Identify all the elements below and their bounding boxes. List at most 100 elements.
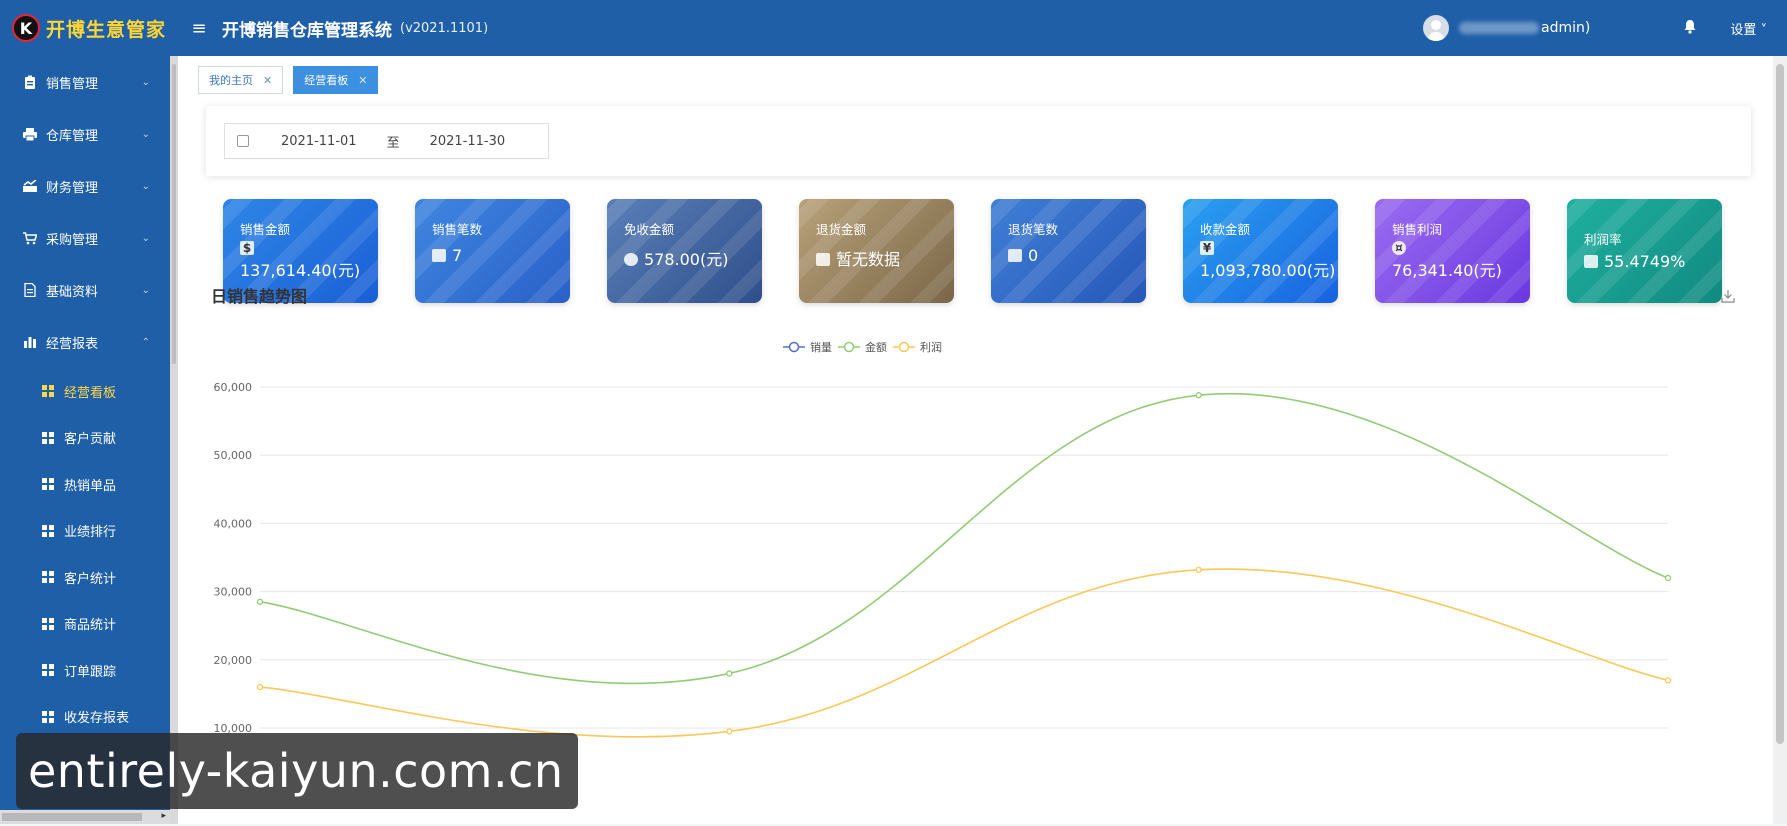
- card-value: 137,614.40(元): [240, 261, 361, 280]
- sidebar-subitem-customer-contribution[interactable]: 客户贡献: [0, 415, 170, 462]
- tab-dashboard[interactable]: 经营看板 ✕: [293, 66, 379, 94]
- grid-icon: [42, 571, 54, 584]
- sidebar-subitem-label: 经营看板: [64, 385, 117, 401]
- sidebar-item-sales[interactable]: 销售管理 ⌄: [0, 56, 170, 108]
- user-avatar-icon[interactable]: [1423, 15, 1450, 41]
- legend-label: 销量: [810, 340, 832, 354]
- printer-icon: [22, 126, 38, 142]
- filter-panel: 2021-11-01 至 2021-11-30: [206, 106, 1751, 176]
- close-icon[interactable]: ✕: [358, 74, 367, 87]
- hamburger-menu-icon[interactable]: ≡: [188, 18, 210, 39]
- sidebar-subitem-dashboard[interactable]: 经营看板: [0, 368, 170, 415]
- card-value: 76,341.40(元): [1392, 261, 1502, 280]
- card-value: 暂无数据: [836, 250, 901, 269]
- sidebar-subitem-label: 订单跟踪: [64, 664, 117, 680]
- sidebar-item-purchase[interactable]: 采购管理 ⌄: [0, 212, 170, 264]
- grid-icon: [42, 431, 54, 444]
- cart-icon: [22, 230, 38, 246]
- data-point-金额: [256, 598, 264, 605]
- card-value-wrap: 578.00(元): [624, 246, 728, 270]
- grid-icon: [42, 710, 54, 723]
- card-label: 销售笔数: [432, 222, 483, 237]
- card-label: 销售利润: [1392, 222, 1443, 237]
- wallet-icon: [816, 253, 830, 266]
- y-tick-label: 50,000: [214, 449, 253, 462]
- main-vertical-scrollbar[interactable]: [1773, 56, 1787, 824]
- close-icon[interactable]: ✕: [263, 74, 272, 87]
- y-tick-label: 60,000: [214, 381, 253, 394]
- card-value-wrap: 7: [432, 246, 462, 265]
- tab-label: 我的主页: [209, 74, 253, 87]
- card-value: 7: [452, 246, 463, 265]
- bar-chart-icon: [22, 334, 38, 350]
- sidebar: 销售管理 ⌄ 仓库管理 ⌄ 财务管理 ⌄ 采购管理 ⌄ 基础资料 ⌄ 经营报表 …: [0, 56, 170, 824]
- receipt-icon: [1008, 249, 1022, 262]
- sidebar-vertical-scrollbar[interactable]: [170, 56, 178, 824]
- scroll-right-arrow-icon[interactable]: ▸: [161, 811, 166, 821]
- legend-marker: [898, 341, 910, 353]
- sidebar-subitem-label: 客户贡献: [64, 432, 117, 448]
- grid-icon: [42, 478, 54, 491]
- sidebar-subitem-hot-products[interactable]: 热销单品: [0, 461, 170, 508]
- sidebar-subitem-order-tracking[interactable]: 订单跟踪: [0, 647, 170, 694]
- sidebar-subitem-label: 收发存报表: [64, 711, 130, 727]
- chevron-up-icon: ⌃: [141, 336, 150, 348]
- calendar-icon: [237, 135, 249, 147]
- chevron-down-icon: ⌄: [141, 284, 150, 296]
- app-title: 开博销售仓库管理系统: [222, 20, 392, 41]
- chevron-down-icon: ⌄: [141, 232, 150, 244]
- money-icon: ¥: [1200, 241, 1214, 255]
- user-name-suffix: admin): [1541, 20, 1591, 36]
- start-date[interactable]: 2021-11-01: [281, 134, 357, 149]
- data-point-利润: [1664, 677, 1672, 684]
- sidebar-item-label: 基础资料: [46, 284, 99, 300]
- y-tick-label: 30,000: [214, 586, 253, 599]
- main-content: 我的主页 ✕ 经营看板 ✕ 2021-11-01 至 2021-11-30 销售金额…: [178, 56, 1773, 824]
- money-icon: [1584, 255, 1598, 268]
- logo-mark-icon: K: [12, 14, 40, 42]
- card-value-wrap: 55.4749%: [1584, 252, 1685, 271]
- sidebar-subitem-label: 热销单品: [64, 478, 117, 494]
- end-date[interactable]: 2021-11-30: [430, 134, 506, 149]
- data-point-金额: [1664, 574, 1672, 582]
- card-label: 利润率: [1584, 232, 1622, 247]
- sidebar-subitem-customer-stats[interactable]: 客户统计: [0, 554, 170, 601]
- legend-label: 金额: [865, 340, 887, 354]
- date-range-picker[interactable]: 2021-11-01 至 2021-11-30: [224, 123, 549, 159]
- card-label: 销售金额: [240, 222, 291, 237]
- data-point-利润: [1195, 566, 1202, 573]
- grid-icon: [42, 385, 54, 398]
- sidebar-subitem-product-stats[interactable]: 商品统计: [0, 601, 170, 648]
- settings-menu[interactable]: 设置 ˅: [1730, 19, 1767, 38]
- grid-icon: [42, 617, 54, 630]
- card-label: 退货笔数: [1008, 222, 1059, 237]
- app-version: (v2021.1101): [400, 20, 489, 36]
- sidebar-item-label: 经营报表: [46, 336, 99, 352]
- tab-home[interactable]: 我的主页 ✕: [198, 66, 284, 94]
- date-separator: 至: [386, 135, 400, 151]
- sidebar-subitem-performance-ranking[interactable]: 业绩排行: [0, 508, 170, 555]
- bell-icon[interactable]: [1680, 19, 1700, 38]
- sidebar-item-label: 采购管理: [46, 232, 99, 248]
- card-value-wrap: 暂无数据: [816, 246, 900, 270]
- dollar-icon: $: [240, 241, 254, 255]
- sidebar-item-warehouse[interactable]: 仓库管理 ⌄: [0, 108, 170, 160]
- chart-up-icon: [22, 178, 38, 194]
- card-value: 578.00(元): [644, 250, 729, 269]
- sidebar-item-reports[interactable]: 经营报表 ⌃: [0, 316, 170, 368]
- user-name[interactable]: admin): [1459, 20, 1590, 36]
- tab-label: 经营看板: [304, 74, 349, 87]
- logo[interactable]: K 开博生意管家: [0, 0, 170, 56]
- card-value: 0: [1028, 246, 1039, 265]
- sidebar-horizontal-scrollbar[interactable]: ▸: [0, 810, 170, 824]
- sidebar-subitem-label: 业绩排行: [64, 525, 117, 541]
- card-value-wrap: 0: [1008, 246, 1038, 265]
- sidebar-item-finance[interactable]: 财务管理 ⌄: [0, 160, 170, 212]
- top-header: K 开博生意管家 ≡ 开博销售仓库管理系统 (v2021.1101) admin…: [0, 0, 1787, 56]
- chevron-down-icon: ⌄: [141, 128, 150, 140]
- legend-marker: [843, 341, 855, 353]
- series-line-金额: [259, 392, 1669, 685]
- data-point-金额: [1195, 392, 1202, 399]
- sidebar-item-basic-data[interactable]: 基础资料 ⌄: [0, 264, 170, 316]
- logo-text: 开博生意管家: [46, 18, 167, 41]
